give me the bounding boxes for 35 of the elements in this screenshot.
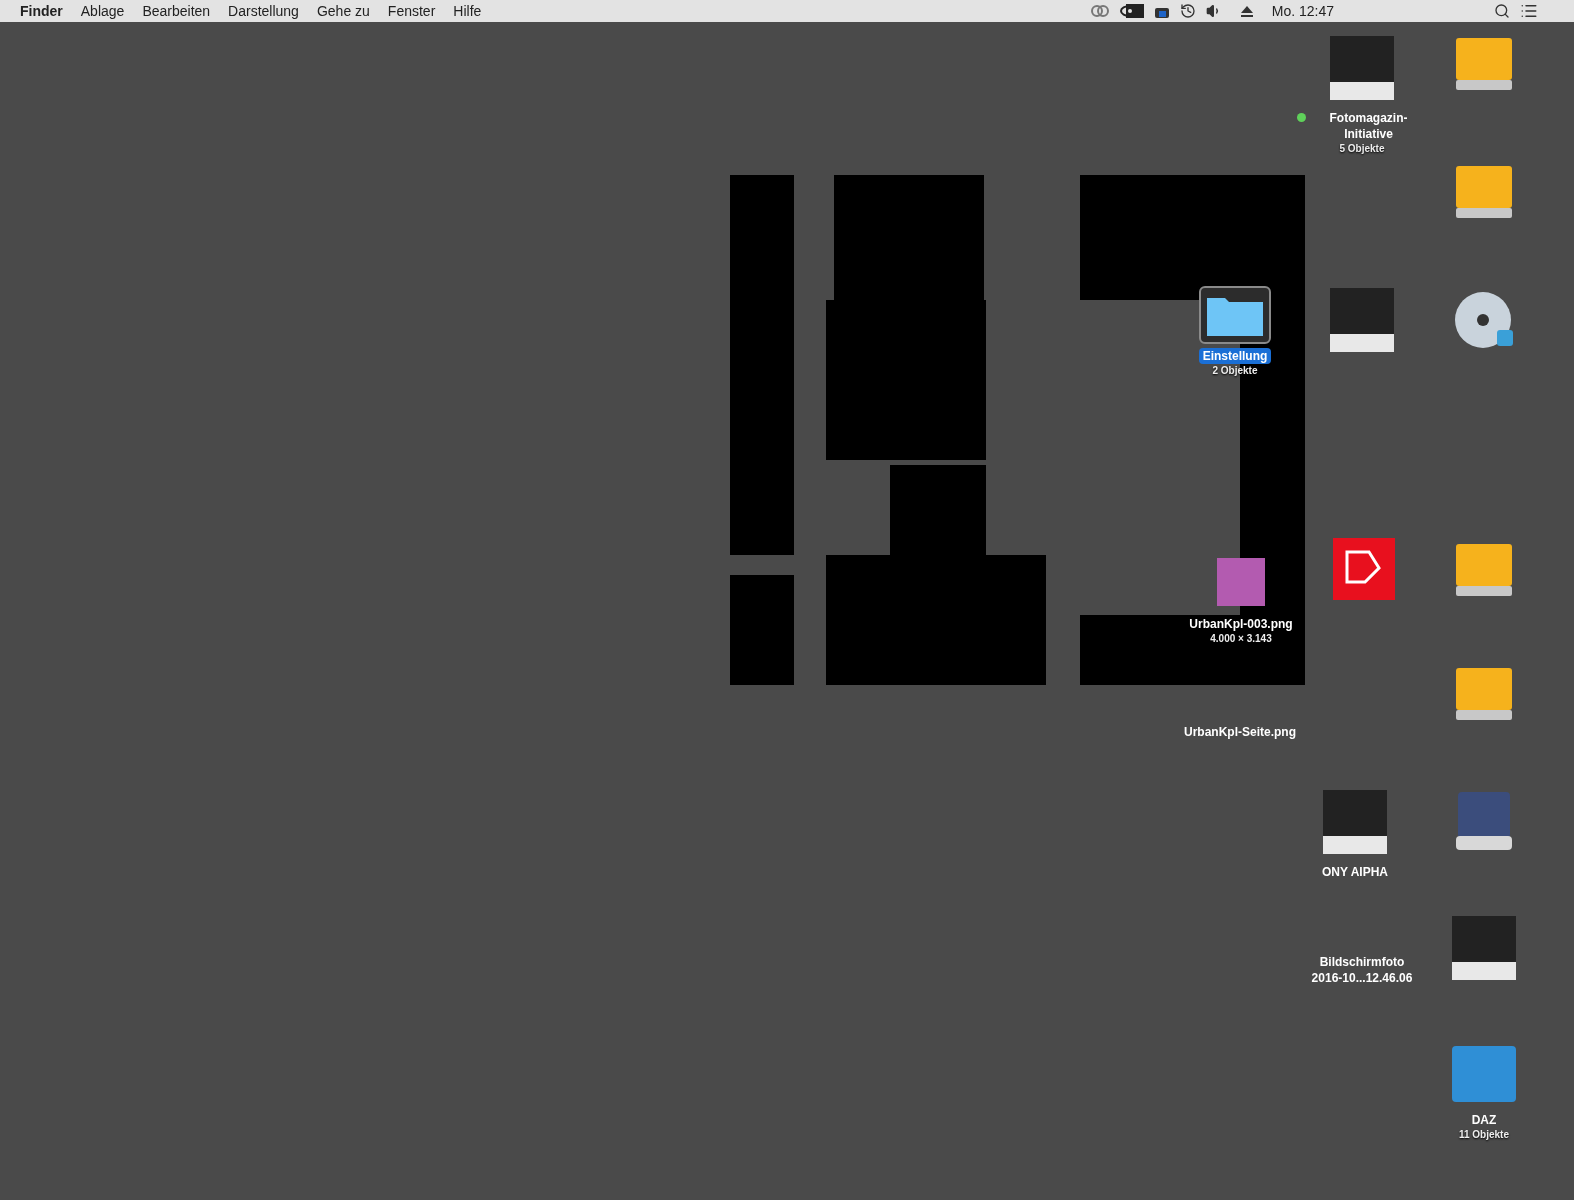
- file-label[interactable]: ONY AIPHA: [1318, 864, 1392, 880]
- external-drive-icon: [1454, 790, 1514, 852]
- icon-selection-frame[interactable]: [1199, 286, 1271, 344]
- file-info: 5 Objekte: [1339, 142, 1385, 156]
- notification-list-icon[interactable]: [1520, 2, 1538, 20]
- drive-icon: [1454, 36, 1514, 92]
- file-label[interactable]: Bildschirmfoto 2016-10...12.46.06: [1302, 954, 1422, 986]
- menu-item[interactable]: Hilfe: [453, 0, 482, 22]
- menu-item[interactable]: Fenster: [387, 0, 436, 22]
- photo-placeholder: [1323, 790, 1387, 854]
- menu-item[interactable]: Bearbeiten: [142, 0, 211, 22]
- image-placeholder: [1217, 558, 1265, 606]
- app-menu[interactable]: Finder: [20, 0, 63, 22]
- drive-icon: [1454, 666, 1514, 722]
- photo-placeholder: [1330, 288, 1394, 352]
- photo-placeholder: [1330, 36, 1394, 100]
- time-machine-icon[interactable]: [1179, 3, 1196, 19]
- search-icon[interactable]: [1494, 3, 1510, 19]
- file-info: 4.000 × 3.143: [1210, 632, 1272, 646]
- menu-item[interactable]: Gehe zu: [316, 0, 370, 22]
- file-label[interactable]: UrbanKpl-003.png: [1185, 616, 1297, 632]
- clock[interactable]: Mo. 12:47: [1271, 0, 1334, 22]
- drive-icon: [1454, 542, 1514, 598]
- file-info: 2 Objekte: [1212, 364, 1258, 378]
- menu-item[interactable]: Darstellung: [228, 0, 299, 22]
- file-label[interactable]: DAZ: [1467, 1112, 1501, 1128]
- eject-icon[interactable]: [1239, 4, 1254, 18]
- cloud-rings-icon[interactable]: [1089, 4, 1110, 18]
- menu-item[interactable]: Ablage: [80, 0, 125, 22]
- file-label[interactable]: Einstellung: [1198, 348, 1272, 364]
- file-label[interactable]: UrbanKpl-Seite.png: [1180, 724, 1300, 740]
- file-info: 11 Objekte: [1459, 1128, 1509, 1142]
- file-label[interactable]: Fotomagazin-Initiative: [1310, 110, 1427, 142]
- photo-placeholder: [1452, 916, 1516, 980]
- drive-icon: [1454, 164, 1514, 220]
